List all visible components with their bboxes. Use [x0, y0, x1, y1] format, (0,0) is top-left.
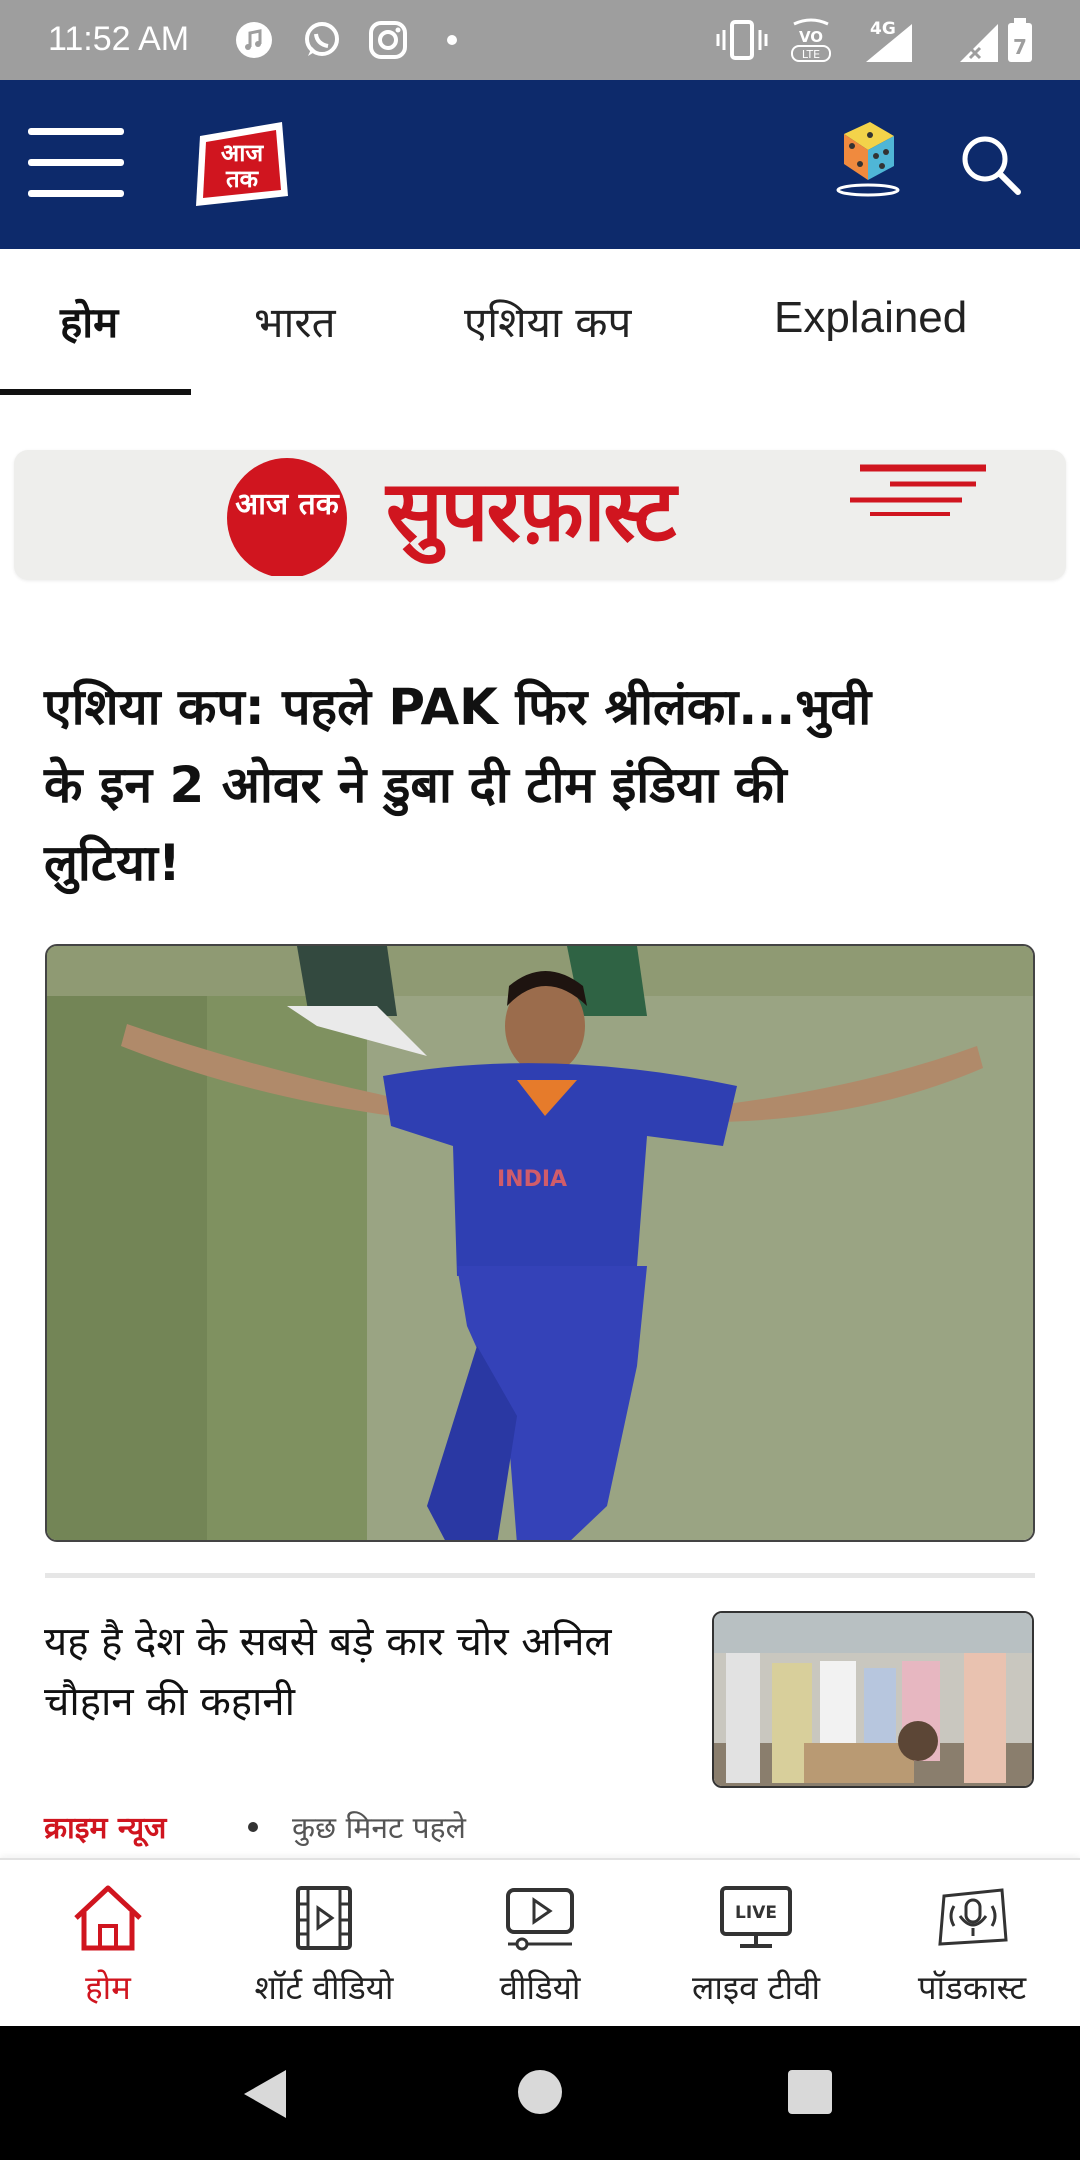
live-tv-icon: LIVE [720, 1886, 792, 1948]
volte-icon: VO LTE [791, 18, 831, 62]
nav-video-label: वीडियो [499, 1968, 581, 2007]
group-photo [714, 1613, 1032, 1786]
superfast-banner[interactable]: आज तक सुपरफ़ास्ट [14, 450, 1066, 580]
svg-text:VO: VO [799, 28, 823, 46]
nav-short-video-label: शॉर्ट वीडियो [254, 1968, 394, 2007]
banner-title: सुपरफ़ास्ट [386, 462, 676, 560]
tab-explained[interactable]: Explained [774, 293, 967, 343]
hamburger-menu-icon[interactable] [28, 128, 124, 198]
meta-separator-dot [248, 1822, 258, 1832]
story-thumbnail[interactable] [712, 1611, 1034, 1788]
active-tab-indicator [0, 389, 191, 395]
notification-dot-icon [447, 35, 457, 45]
whatsapp-icon [305, 22, 339, 56]
nav-video[interactable]: वीडियो [432, 1860, 648, 2028]
vibrate-icon [716, 20, 768, 60]
nav-home-label: होम [85, 1968, 131, 2007]
svg-text:LTE: LTE [802, 48, 820, 61]
instagram-icon [369, 21, 407, 59]
podcast-icon [938, 1888, 1008, 1946]
lead-headline[interactable]: एशिया कप: पहले PAK फिर श्रीलंका...भुवी क… [44, 668, 924, 902]
aajtak-circle-logo: आज तक [227, 458, 347, 576]
story-time: कुछ मिनट पहले [292, 1811, 466, 1846]
tab-asia-cup[interactable]: एशिया कप [464, 293, 631, 350]
short-video-icon [296, 1886, 352, 1950]
battery-icon: 7 [1008, 18, 1032, 62]
back-icon[interactable] [240, 2068, 290, 2120]
nav-podcast[interactable]: पॉडकास्ट [864, 1860, 1080, 2028]
nav-podcast-label: पॉडकास्ट [917, 1968, 1027, 2007]
category-tabs: होम भारत एशिया कप Explained [0, 249, 1080, 395]
svg-text:आज: आज [221, 139, 265, 167]
wifi-signal-icon [960, 24, 998, 62]
status-bar: 11:52 AM VO LTE 4G 7 [0, 0, 1080, 80]
section-divider [45, 1573, 1035, 1578]
story-category[interactable]: क्राइम न्यूज [44, 1806, 166, 1847]
video-icon [506, 1888, 574, 1951]
nav-home[interactable]: होम [0, 1860, 216, 2028]
bottom-nav: होम शॉर्ट वीडियो वीडियो LIVE लाइव टीवी प… [0, 1858, 1080, 2028]
home-circle-icon[interactable] [516, 2068, 564, 2116]
speed-lines-icon [850, 464, 986, 516]
home-icon [74, 1885, 142, 1951]
music-app-icon [236, 22, 272, 58]
aajtak-logo[interactable]: आज तक [186, 116, 292, 212]
lead-story-image[interactable]: INDIA [45, 944, 1035, 1542]
status-time: 11:52 AM [48, 20, 190, 58]
network-type: 4G [870, 19, 896, 39]
system-nav-bar [0, 2026, 1080, 2160]
tab-home[interactable]: होम [60, 293, 118, 350]
story-title[interactable]: यह है देश के सबसे बड़े कार चोर अनिल चौहा… [44, 1612, 684, 1732]
nav-live-tv-label: लाइव टीवी [691, 1968, 821, 2007]
banner-logo-text: आज तक [235, 487, 339, 522]
svg-text:7: 7 [1013, 35, 1027, 59]
recents-icon[interactable] [786, 2068, 834, 2116]
nav-short-video[interactable]: शॉर्ट वीडियो [216, 1860, 432, 2028]
nav-live-tv[interactable]: LIVE लाइव टीवी [648, 1860, 864, 2028]
mobile-signal-icon: 4G [866, 19, 912, 62]
live-badge: LIVE [735, 1903, 777, 1923]
tab-bharat[interactable]: भारत [254, 293, 336, 350]
svg-text:तक: तक [225, 165, 260, 193]
cricket-player-photo: INDIA [47, 946, 1033, 1540]
app-header: आज तक [0, 80, 1080, 249]
dice-icon[interactable] [830, 114, 902, 198]
search-icon[interactable] [960, 134, 1022, 196]
svg-text:INDIA: INDIA [497, 1167, 567, 1192]
